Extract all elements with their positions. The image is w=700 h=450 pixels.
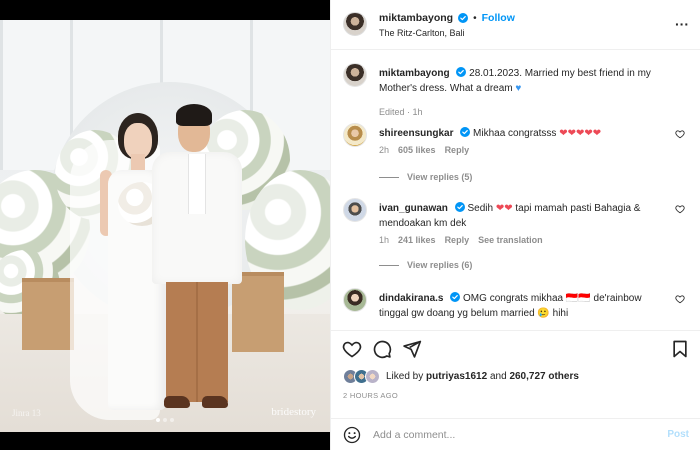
post-media: Jinra 13 bridestory xyxy=(0,0,330,450)
liker-avatar xyxy=(365,369,380,384)
bookmark-icon[interactable] xyxy=(670,339,690,359)
comment-username[interactable]: ivan_gunawan xyxy=(379,203,448,214)
reply-button[interactable]: Reply xyxy=(445,145,470,155)
groom-shoe xyxy=(164,396,190,408)
verified-badge-icon xyxy=(458,13,469,23)
comment-likes-count[interactable]: 605 likes xyxy=(398,145,436,155)
post-timestamp[interactable]: 2 HOURS AGO xyxy=(343,391,398,400)
emoji-icon[interactable] xyxy=(343,426,361,444)
share-icon[interactable] xyxy=(402,339,422,359)
wooden-planter xyxy=(22,278,74,350)
post-side-panel: miktambayong • Follow The Ritz-Carlton, … xyxy=(330,0,700,450)
author-avatar[interactable] xyxy=(343,12,367,36)
carousel-dot[interactable] xyxy=(156,418,160,422)
instagram-post-modal: Jinra 13 bridestory miktambayong • Follo… xyxy=(0,0,700,450)
liked-by-and: and xyxy=(489,371,507,382)
groom-shoe xyxy=(202,396,228,408)
bridestory-watermark: bridestory xyxy=(271,406,316,418)
comment-username[interactable]: dindakirana.s xyxy=(379,293,443,304)
commenter-avatar[interactable] xyxy=(343,123,367,147)
view-replies-button[interactable]: View replies (6) xyxy=(379,260,472,270)
carousel-dot[interactable] xyxy=(163,418,167,422)
comment-age: 1h xyxy=(379,235,390,245)
comment-meta: 2h 605 likes Reply xyxy=(379,145,469,155)
comment-text: Sedih xyxy=(467,203,494,214)
comment-text: Mikhaa congratsss xyxy=(473,128,557,139)
verified-badge-icon xyxy=(456,67,467,77)
groom-shirt xyxy=(188,154,206,214)
commenter-avatar[interactable] xyxy=(343,198,367,222)
blue-heart-emoji: ♥ xyxy=(515,83,522,94)
post-header: miktambayong • Follow The Ritz-Carlton, … xyxy=(331,0,700,50)
caption-edited-time: Edited · 1h xyxy=(379,107,423,117)
wedding-photo[interactable]: Jinra 13 bridestory xyxy=(0,20,330,432)
likers-avatars xyxy=(343,369,380,384)
liked-by-others[interactable]: 260,727 others xyxy=(509,371,579,382)
caption-meta: Edited · 1h xyxy=(379,107,423,117)
comment-age: 2h xyxy=(379,145,390,155)
verified-badge-icon xyxy=(454,202,465,212)
wooden-planter xyxy=(232,272,284,352)
photographer-watermark: Jinra 13 xyxy=(12,408,41,418)
view-replies-label: View replies (6) xyxy=(407,260,473,270)
carousel-dots xyxy=(0,418,330,422)
heart-icon[interactable] xyxy=(342,339,362,359)
carousel-dot[interactable] xyxy=(170,418,174,422)
replies-line xyxy=(379,176,399,178)
liked-by-prefix: Liked by xyxy=(386,371,424,382)
likes-summary[interactable]: Liked by putriyas1612 and 260,727 others xyxy=(343,369,579,384)
comment-icon[interactable] xyxy=(372,339,392,359)
comments-list[interactable]: miktambayong 28.01.2023. Married my best… xyxy=(331,52,700,330)
groom-pants xyxy=(166,282,228,402)
post-comment-button[interactable]: Post xyxy=(667,429,689,440)
view-replies-label: View replies (5) xyxy=(407,172,473,182)
comment-heart-icon[interactable] xyxy=(675,294,685,304)
background-window xyxy=(0,20,70,170)
bride-neck xyxy=(131,154,145,170)
commenter-avatar[interactable] xyxy=(343,288,367,312)
verified-badge-icon xyxy=(450,292,461,302)
add-comment-input[interactable] xyxy=(373,425,653,445)
follow-button[interactable]: Follow xyxy=(482,12,515,24)
post-location[interactable]: The Ritz-Carlton, Bali xyxy=(379,28,465,38)
caption-username[interactable]: miktambayong xyxy=(379,68,450,79)
comment-heart-icon[interactable] xyxy=(675,129,685,139)
view-replies-button[interactable]: View replies (5) xyxy=(379,172,472,182)
liked-by-user[interactable]: putriyas1612 xyxy=(426,371,487,382)
comment-meta: 1h 241 likes Reply See translation xyxy=(379,235,543,245)
comment-likes-count[interactable]: 241 likes xyxy=(398,235,436,245)
more-options-icon[interactable]: ··· xyxy=(675,16,689,32)
see-translation-button[interactable]: See translation xyxy=(478,235,543,245)
replies-line xyxy=(379,264,399,266)
reply-button[interactable]: Reply xyxy=(445,235,470,245)
groom-hair xyxy=(176,104,212,126)
verified-badge-icon xyxy=(460,127,471,137)
header-separator: • xyxy=(473,12,477,24)
comment-composer: Post xyxy=(331,418,700,450)
heart-emojis: ❤❤❤❤❤ xyxy=(559,128,602,139)
author-username[interactable]: miktambayong xyxy=(379,12,453,24)
heart-emojis: ❤❤ xyxy=(495,203,513,214)
comment-heart-icon[interactable] xyxy=(675,204,685,214)
comment-username[interactable]: shireensungkar xyxy=(379,128,453,139)
author-avatar[interactable] xyxy=(343,63,367,87)
